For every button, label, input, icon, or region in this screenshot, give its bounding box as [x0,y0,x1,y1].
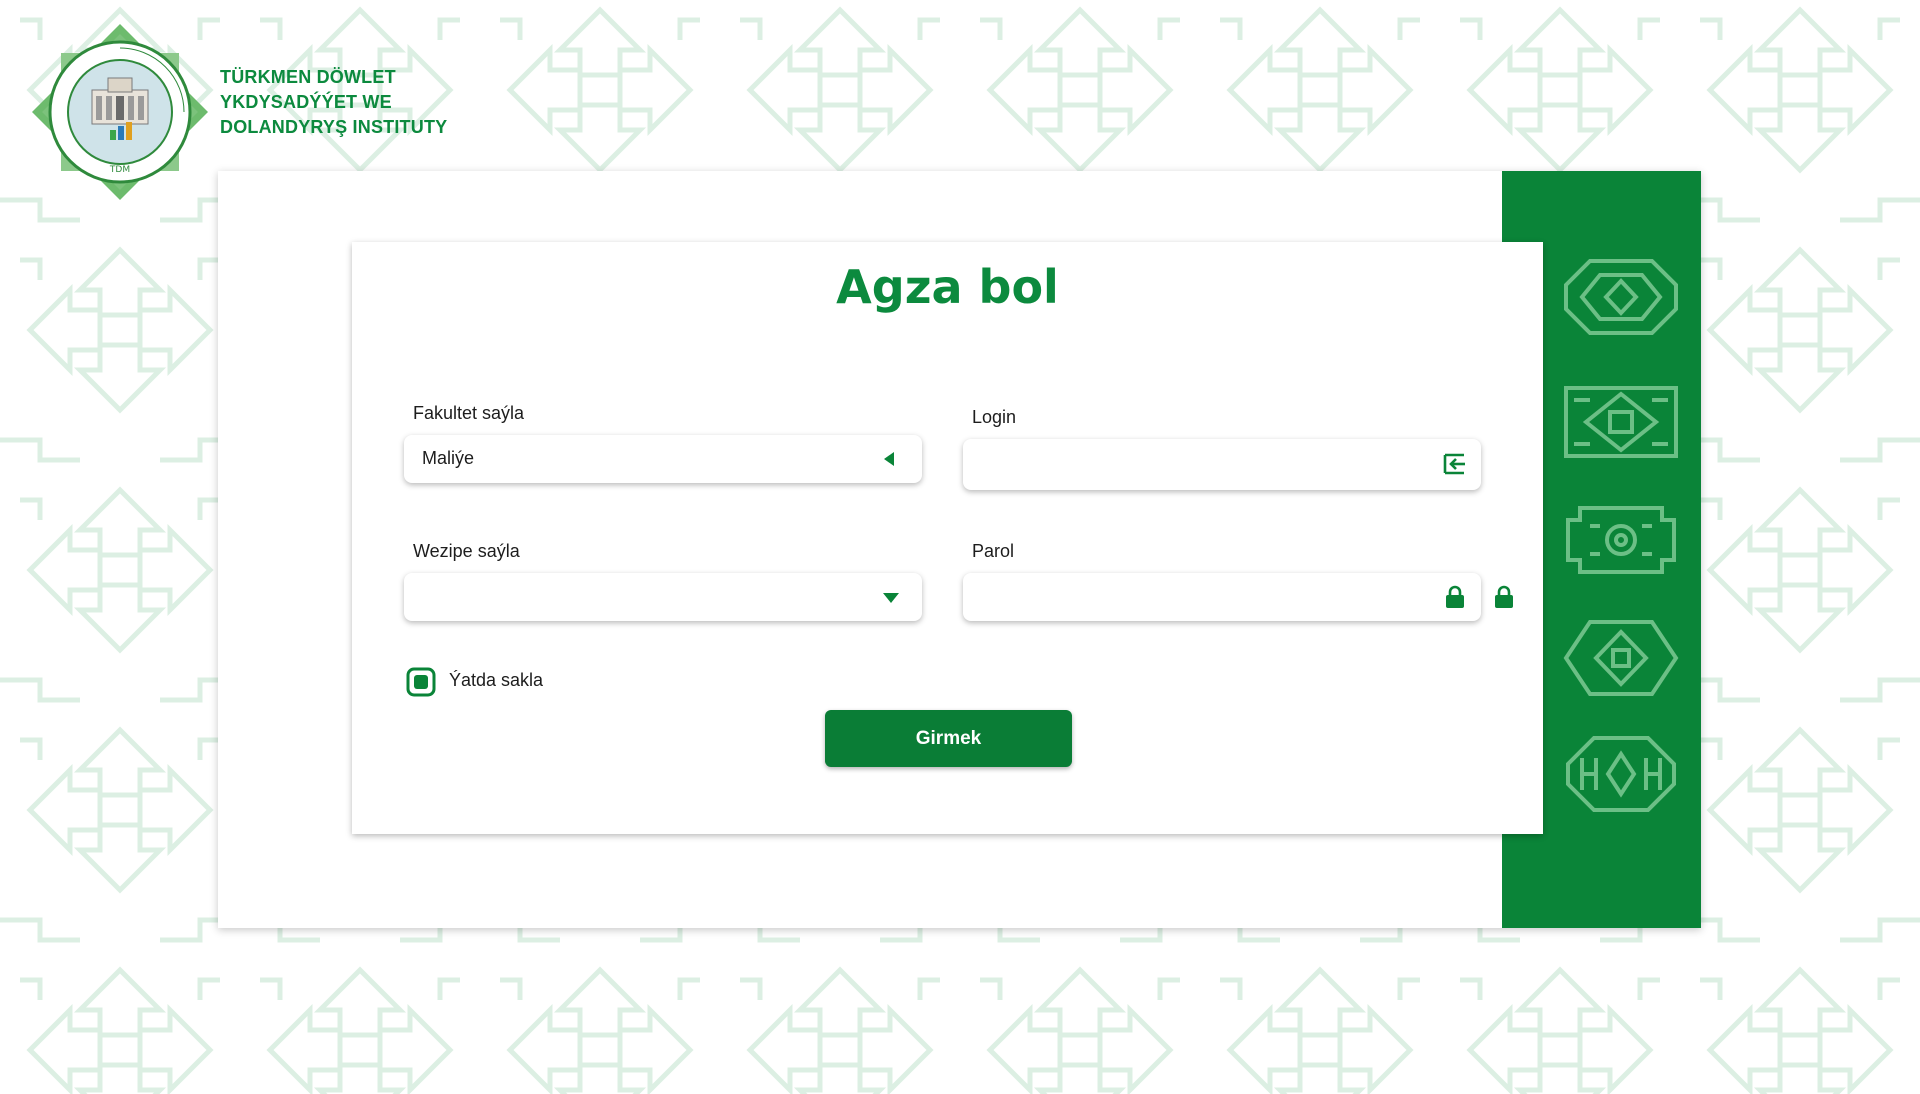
carpet-gol-icon [1566,736,1676,812]
password-input[interactable] [963,573,1481,621]
login-enter-icon [1443,453,1465,475]
faculty-select-label: Fakultet saýla [413,403,525,423]
carpet-gol-icon [1564,259,1678,335]
institute-name-line1: TÜRKMEN DÖWLET [220,66,396,87]
caret-down-icon[interactable] [882,591,900,605]
form-title: Agza bol [836,260,1059,314]
password-input-label: Parol [972,541,1015,561]
carpet-gol-icon [1566,506,1676,574]
checkbox-checked-icon [406,667,436,697]
faculty-select-value: Maliýe [422,448,475,468]
logo-badge-text: TDM [109,165,130,175]
position-select-label: Wezipe saýla [413,541,520,561]
institute-emblem-icon: TDM [32,24,208,200]
remember-checkbox-label[interactable]: Ýatda sakla [449,670,543,691]
institute-logo[interactable]: TDM [30,22,210,202]
login-input[interactable] [963,439,1481,490]
institute-name-line2: YKDYSADÝÝET WE [220,91,392,112]
login-input-label: Login [972,407,1017,427]
faculty-select[interactable]: Maliýe [404,435,922,483]
position-select[interactable] [404,573,922,621]
lock-icon [1446,585,1464,608]
carpet-gol-icon [1563,620,1679,696]
institute-name-line3: DOLANDYRYŞ INSTITUTY [220,116,448,137]
carpet-gol-icon [1564,386,1678,458]
caret-left-icon[interactable] [882,451,896,467]
remember-checkbox[interactable] [406,667,436,697]
login-submit-button[interactable]: Girmek [825,710,1072,767]
lock-toggle-icon[interactable] [1494,585,1514,609]
institute-name: TÜRKMEN DÖWLET YKDYSADÝÝET WE DOLANDYRYŞ… [220,65,447,140]
